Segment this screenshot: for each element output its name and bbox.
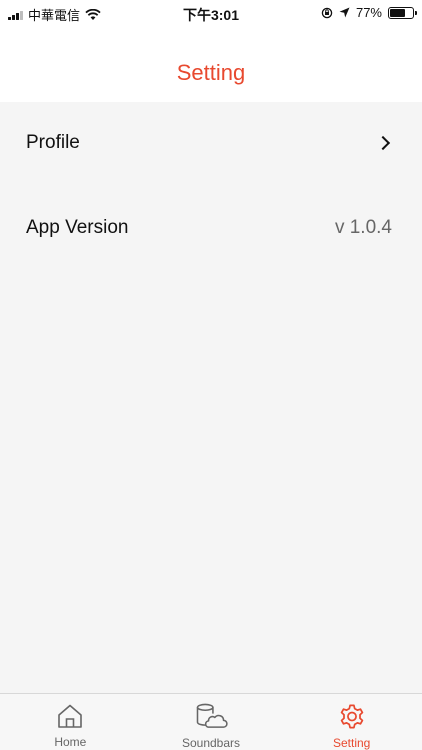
battery-percent: 77% <box>355 5 382 20</box>
tab-home[interactable]: Home <box>0 694 141 750</box>
tab-bar: Home Soundbars Setting <box>0 693 422 750</box>
header: Setting <box>0 24 422 102</box>
settings-row-profile[interactable]: Profile <box>0 113 422 173</box>
tab-soundbars-label: Soundbars <box>181 736 241 750</box>
status-right: 77% <box>321 5 417 20</box>
settings-row-app-version: App Version v 1.0.4 <box>0 198 422 258</box>
battery-icon <box>388 6 417 19</box>
chevron-right-icon <box>375 135 391 151</box>
app-version-label: App Version <box>26 217 129 238</box>
tab-home-label: Home <box>54 735 87 749</box>
orientation-lock-icon <box>321 7 333 18</box>
battery-fill <box>390 8 405 17</box>
page-title: Setting <box>176 60 246 85</box>
tab-setting-label: Setting <box>333 736 371 750</box>
status-bar: 中華電信 下午3:01 77% <box>0 0 422 24</box>
gear-icon <box>340 704 363 729</box>
tab-setting[interactable]: Setting <box>281 694 422 750</box>
location-icon <box>339 7 350 18</box>
tab-soundbars[interactable]: Soundbars <box>141 694 282 750</box>
app-version-value: v 1.0.4 <box>334 217 392 238</box>
profile-label: Profile <box>26 132 80 153</box>
home-icon <box>58 704 83 728</box>
soundbar-cloud-icon <box>196 703 228 728</box>
